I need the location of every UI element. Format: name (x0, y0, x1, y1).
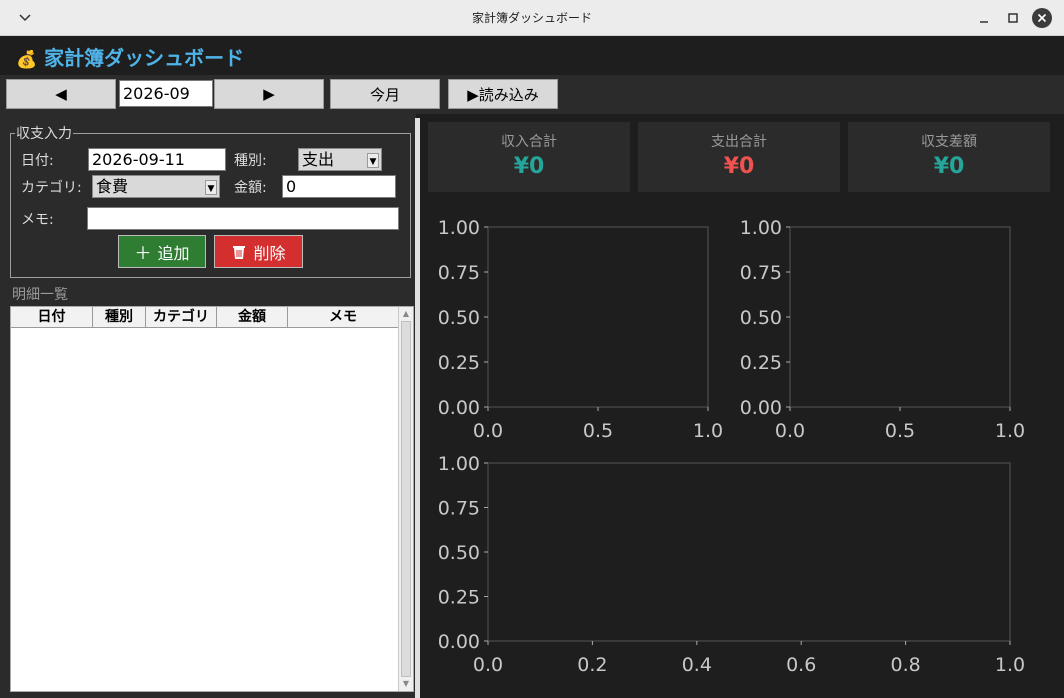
y-tick-label: 0.50 (438, 542, 480, 564)
delete-button[interactable]: 削除 (214, 235, 303, 268)
y-tick-label: 1.00 (740, 217, 782, 239)
plus-icon: ＋ (134, 244, 152, 264)
category-label: カテゴリ: (21, 180, 82, 196)
app-header: 💰 家計簿ダッシュボード (0, 36, 1064, 75)
x-tick-label: 0.5 (583, 420, 613, 442)
plot-frame (487, 226, 709, 408)
y-tick-label: 1.00 (438, 453, 480, 475)
date-field[interactable]: 2026-09-11 (88, 148, 226, 171)
y-tick-label: 0.00 (740, 397, 782, 419)
column-header-amount[interactable]: 金額 (217, 307, 288, 328)
charts-area: 0.00 0.25 0.50 0.75 1.00 0.0 0.5 1.0 0.00 0.25 0.5… (438, 217, 1025, 676)
this-month-button[interactable]: 今月 (330, 79, 440, 109)
table-header: 日付 種別 カテゴリ 金額 メモ (11, 307, 399, 328)
month-toolbar: ◀ ▶ 今月 ▶読み込み (0, 75, 1064, 114)
type-label: 種別: (234, 153, 267, 169)
y-tick-label: 0.25 (438, 587, 480, 609)
prev-month-button[interactable]: ◀ (6, 79, 116, 109)
x-tick-label: 0.2 (577, 654, 607, 676)
dropdown-arrow-icon[interactable]: ▼ (367, 153, 379, 168)
next-month-button[interactable]: ▶ (214, 79, 324, 109)
memo-label: メモ: (21, 212, 54, 228)
amount-label: 金額: (234, 180, 267, 196)
add-button[interactable]: ＋ 追加 (118, 235, 206, 268)
column-header-category[interactable]: カテゴリ (146, 307, 217, 328)
table-scrollbar[interactable]: ▲ ▼ (398, 307, 413, 691)
load-button[interactable]: ▶読み込み (448, 79, 558, 109)
scrollbar-thumb[interactable] (401, 321, 411, 677)
money-bag-icon: 💰 (16, 50, 38, 70)
memo-field[interactable] (87, 207, 399, 230)
y-tick-label: 0.25 (438, 352, 480, 374)
y-tick-label: 0.00 (438, 631, 480, 653)
app-title-text: 家計簿ダッシュボード (44, 46, 245, 70)
scroll-up-icon[interactable]: ▲ (400, 308, 412, 320)
category-select[interactable]: 食費 ▼ (92, 175, 220, 198)
x-tick-label: 0.0 (473, 420, 503, 442)
chart-top-left: 0.00 0.25 0.50 0.75 1.00 0.0 0.5 1.0 (438, 217, 723, 442)
y-tick-label: 0.50 (438, 307, 480, 329)
y-tick-label: 0.75 (438, 498, 480, 520)
close-icon (1032, 8, 1052, 28)
x-tick-label: 1.0 (995, 654, 1025, 676)
dropdown-arrow-icon[interactable]: ▼ (205, 180, 217, 195)
category-select-value: 食費 (96, 177, 129, 196)
scroll-down-icon[interactable]: ▼ (400, 678, 412, 690)
add-button-label: 追加 (157, 243, 190, 263)
maximize-icon (1008, 13, 1018, 23)
plot-frame (487, 462, 1011, 642)
column-header-date[interactable]: 日付 (11, 307, 93, 328)
chart-top-right: 0.00 0.25 0.50 0.75 1.00 0.0 0.5 1.0 (740, 217, 1025, 442)
minimize-icon (980, 21, 988, 23)
x-tick-label: 0.0 (775, 420, 805, 442)
y-tick-label: 0.75 (438, 262, 480, 284)
entry-form-legend: 収支入力 (16, 126, 72, 142)
entry-form: 収支入力 (10, 123, 411, 278)
column-header-type[interactable]: 種別 (93, 307, 146, 328)
month-input[interactable] (119, 80, 213, 107)
delete-button-label: 削除 (253, 243, 286, 263)
x-tick-label: 0.8 (890, 654, 920, 676)
app-title: 💰 家計簿ダッシュボード (16, 42, 244, 71)
window-titlebar: 家計簿ダッシュボード (0, 0, 1064, 36)
type-select[interactable]: 支出 ▼ (298, 148, 382, 171)
amount-field[interactable]: 0 (282, 175, 396, 198)
window-title: 家計簿ダッシュボード (471, 11, 592, 25)
x-tick-label: 1.0 (693, 420, 723, 442)
list-title: 明細一覧 (12, 287, 68, 303)
chart-bottom: 0.00 0.25 0.50 0.75 1.00 0.0 0.2 0.4 0.6 0.8 1.0 (438, 453, 1025, 676)
transactions-table[interactable]: 日付 種別 カテゴリ 金額 メモ ▲ ▼ (10, 306, 414, 692)
maximize-button[interactable] (1003, 8, 1023, 28)
plot-frame (789, 226, 1011, 408)
x-tick-label: 0.0 (473, 654, 503, 676)
minimize-button[interactable] (974, 8, 994, 28)
x-tick-label: 1.0 (995, 420, 1025, 442)
y-tick-label: 0.50 (740, 307, 782, 329)
trash-icon (233, 245, 246, 259)
column-header-memo[interactable]: メモ (288, 307, 399, 328)
y-tick-label: 0.00 (438, 397, 480, 419)
y-tick-label: 0.75 (740, 262, 782, 284)
y-tick-label: 1.00 (438, 217, 480, 239)
left-panel: 収支入力 日付: 2026-09-11 種別: 支出 ▼ カテゴリ: 食費 ▼ … (0, 114, 416, 698)
x-tick-label: 0.5 (885, 420, 915, 442)
x-tick-label: 0.4 (682, 654, 712, 676)
date-label: 日付: (21, 153, 54, 169)
y-tick-label: 0.25 (740, 352, 782, 374)
close-button[interactable] (1032, 8, 1052, 28)
x-tick-label: 0.6 (786, 654, 816, 676)
type-select-value: 支出 (302, 150, 335, 169)
